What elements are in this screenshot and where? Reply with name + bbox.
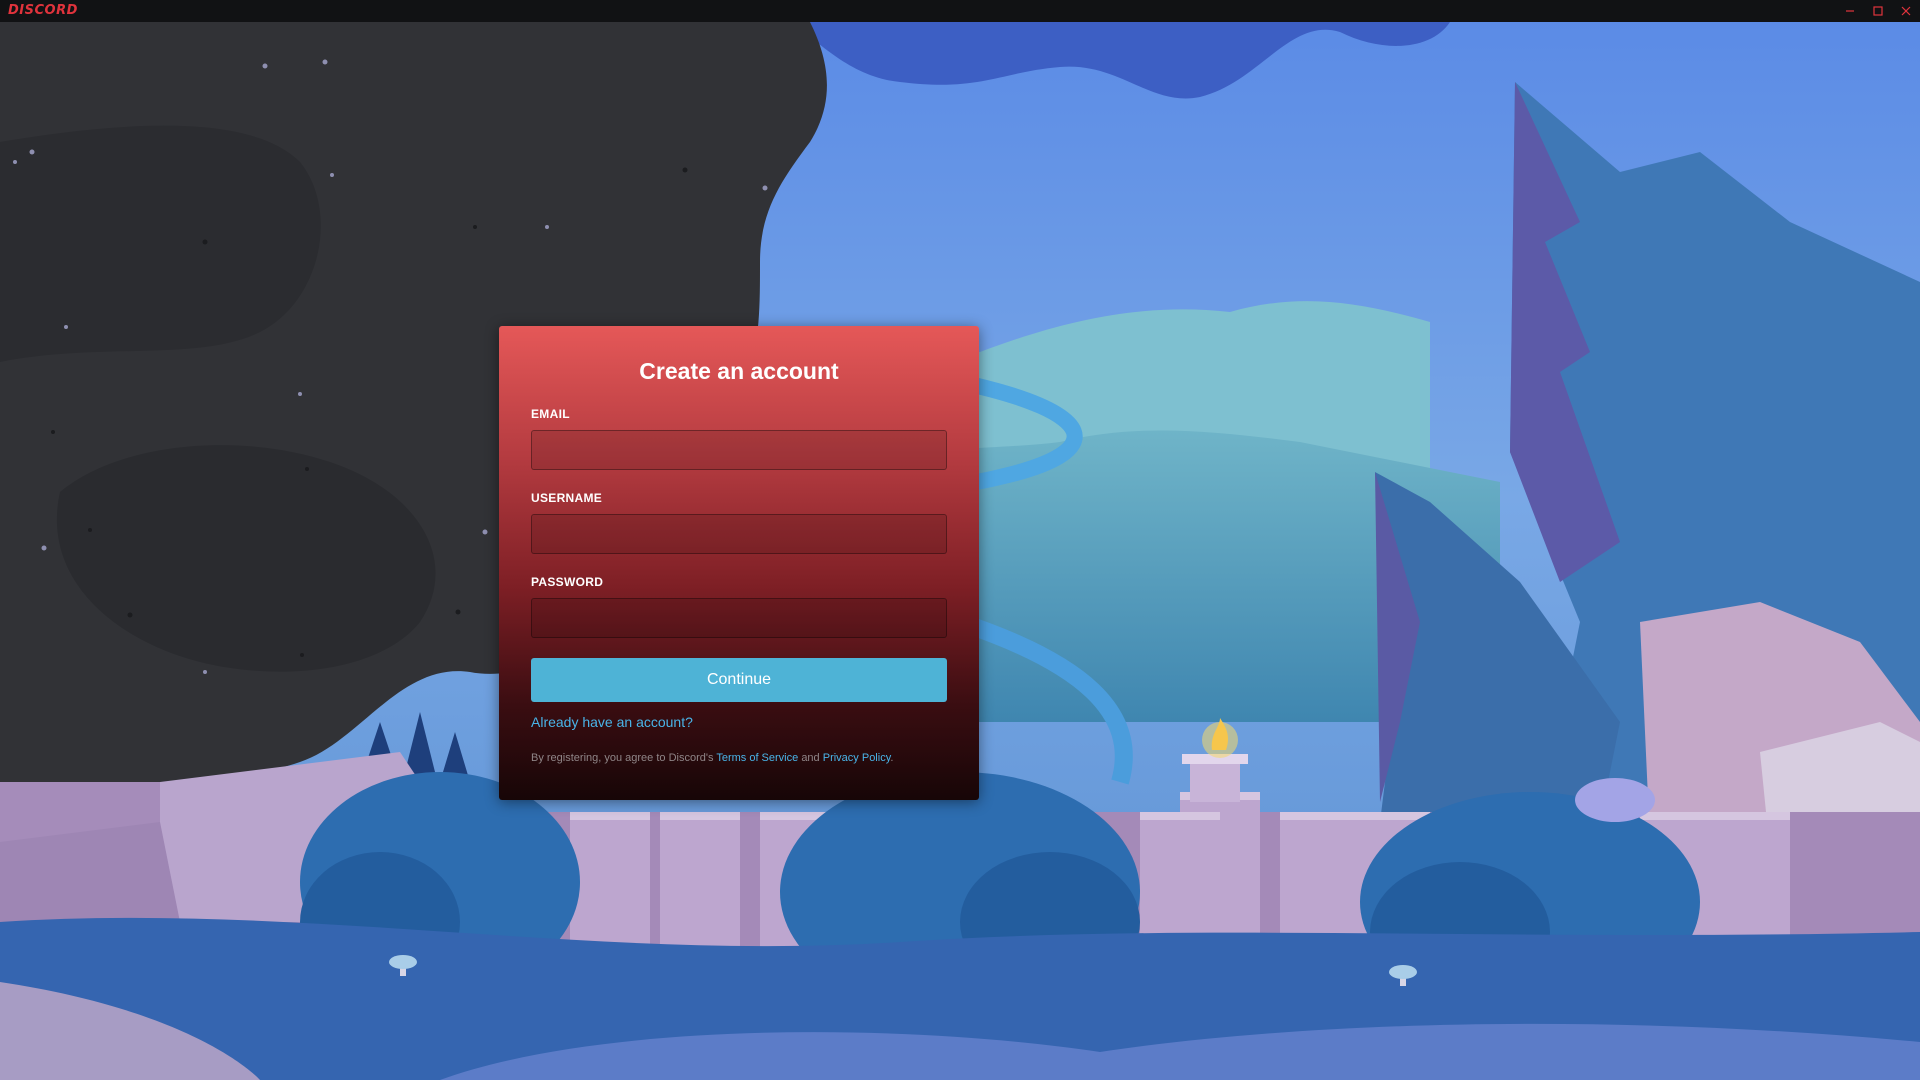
page-title: Create an account <box>639 358 839 384</box>
continue-button[interactable]: Continue <box>531 658 947 702</box>
legal-text: By registering, you agree to Discord's T… <box>531 752 947 764</box>
password-field[interactable] <box>531 598 947 638</box>
legal-suffix: . <box>890 752 894 764</box>
minimize-icon <box>1844 5 1856 17</box>
terms-of-service-link[interactable]: Terms of Service <box>716 752 798 764</box>
maximize-icon <box>1872 5 1884 17</box>
username-field[interactable] <box>531 514 947 554</box>
email-label: EMAIL <box>531 407 570 421</box>
email-field[interactable] <box>531 430 947 470</box>
legal-prefix: By registering, you agree to Discord's <box>531 752 714 764</box>
password-label: PASSWORD <box>531 575 604 589</box>
login-link[interactable]: Already have an account? <box>531 714 693 730</box>
privacy-policy-link[interactable]: Privacy Policy <box>823 752 891 764</box>
maximize-button[interactable] <box>1864 0 1892 22</box>
username-label: USERNAME <box>531 491 603 505</box>
close-button[interactable] <box>1892 0 1920 22</box>
close-icon <box>1900 5 1912 17</box>
window-titlebar: DISCORD <box>0 0 1920 22</box>
minimize-button[interactable] <box>1836 0 1864 22</box>
legal-and: and <box>801 752 820 764</box>
discord-logo: DISCORD <box>8 3 78 18</box>
registration-card: Create an account EMAIL USERNAME PASSWOR… <box>499 326 979 800</box>
